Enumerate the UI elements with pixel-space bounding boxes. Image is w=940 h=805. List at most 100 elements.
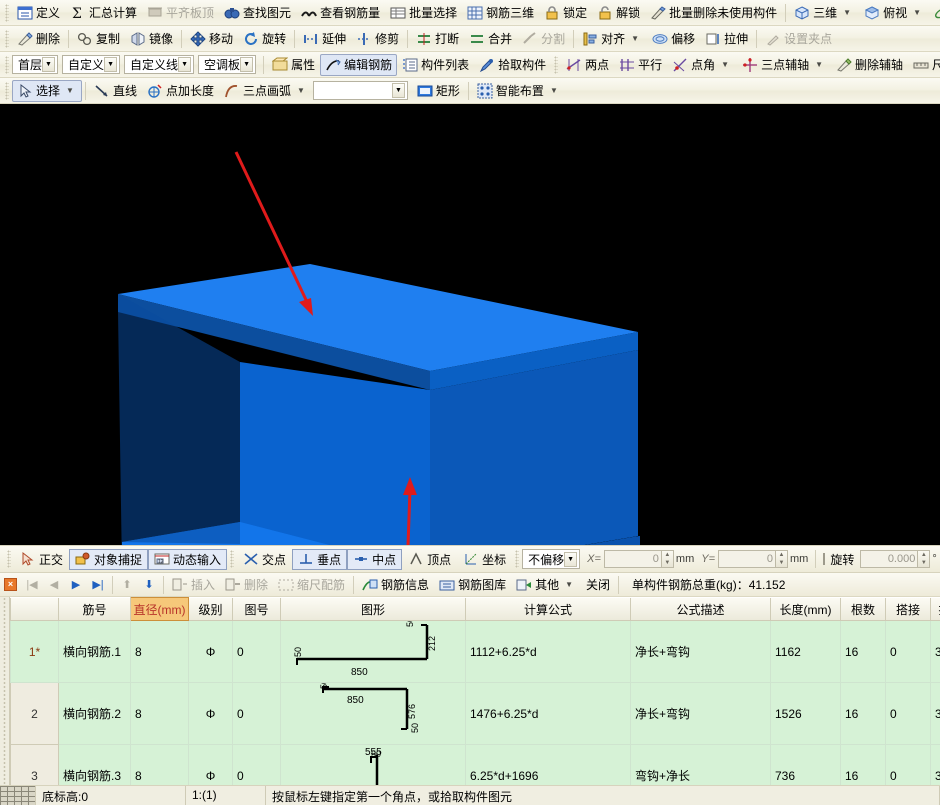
- row2-break-button[interactable]: 打断: [411, 28, 464, 50]
- row4-rectangle-button[interactable]: 矩形: [412, 80, 465, 102]
- chevron-down-icon[interactable]: ▼: [240, 57, 253, 72]
- row2-delete-button[interactable]: 删除: [12, 28, 65, 50]
- row1-batch-select-button[interactable]: 批量选择: [385, 2, 462, 24]
- x-offset-input[interactable]: 0: [604, 550, 662, 568]
- row-number-cell[interactable]: 2: [11, 683, 59, 745]
- rotate-field[interactable]: 0.000 ▲▼: [860, 550, 930, 568]
- row2-trim-button[interactable]: 修剪: [351, 28, 404, 50]
- row-number-cell[interactable]: 3: [11, 745, 59, 785]
- rebar-action-other[interactable]: 其他▼: [511, 574, 581, 596]
- row1-topview-button[interactable]: 俯视▼: [859, 2, 929, 24]
- row-number-cell[interactable]: 1*: [11, 621, 59, 683]
- component-name-select[interactable]: 空调板▼: [198, 55, 256, 74]
- 3d-viewport[interactable]: Z: [0, 104, 940, 545]
- row2-merge-button[interactable]: 合并: [464, 28, 517, 50]
- cell-formula_desc[interactable]: 净长+弯钩: [631, 621, 771, 683]
- snap-perpendicular[interactable]: 垂点: [292, 549, 347, 570]
- column-header-length[interactable]: 长度(mm): [771, 598, 841, 621]
- row1-sigma-button[interactable]: Σ汇总计算: [65, 2, 142, 24]
- row1-rebar-3d-button[interactable]: 钢筋三维: [462, 2, 539, 24]
- cell-diameter[interactable]: 8: [131, 683, 189, 745]
- cell-fig_no[interactable]: 0: [233, 683, 281, 745]
- cell-grade[interactable]: Φ: [189, 621, 233, 683]
- row2-move-button[interactable]: 移动: [185, 28, 238, 50]
- cell-bar_name[interactable]: 横向钢筋.1: [59, 621, 131, 683]
- chevron-down-icon[interactable]: ▼: [840, 2, 854, 24]
- draw-mode-select[interactable]: ▼: [313, 81, 408, 100]
- next-record-button[interactable]: ▶: [65, 575, 87, 595]
- row1-lock-button[interactable]: 锁定: [539, 2, 592, 24]
- toolbar-grip-3[interactable]: [515, 550, 519, 568]
- row3-two-point-axis-button[interactable]: 两点: [561, 54, 614, 76]
- cell-count[interactable]: 16: [841, 745, 886, 785]
- cell-length[interactable]: 1162: [771, 621, 841, 683]
- column-header-shape[interactable]: 图形: [281, 598, 466, 621]
- chevron-down-icon[interactable]: ▼: [392, 83, 405, 98]
- row3-point-angle-button[interactable]: 点角▼: [667, 54, 737, 76]
- row2-mirror-button[interactable]: 镜像: [125, 28, 178, 50]
- row4-three-point-arc-button[interactable]: 三点画弧▼: [219, 80, 313, 102]
- column-header-diameter[interactable]: 直径(mm): [131, 598, 189, 621]
- chevron-down-icon[interactable]: ▼: [718, 54, 732, 76]
- move-down-button[interactable]: ⬇: [138, 575, 160, 595]
- row3-delete-axis-button[interactable]: 删除辅轴: [831, 54, 908, 76]
- cell-length[interactable]: 1526: [771, 683, 841, 745]
- column-header-bar_name[interactable]: 筋号: [59, 598, 131, 621]
- offset-mode-select[interactable]: 不偏移 ▼: [522, 549, 580, 569]
- column-header-grade[interactable]: 级别: [189, 598, 233, 621]
- floor-select[interactable]: 首层▼: [12, 55, 58, 74]
- cell-formula[interactable]: 1476+6.25*d: [466, 683, 631, 745]
- chevron-down-icon[interactable]: ▼: [178, 57, 191, 72]
- cell-diameter[interactable]: 8: [131, 621, 189, 683]
- cell-loss[interactable]: 3: [931, 683, 940, 745]
- row2-extend-button[interactable]: 延伸: [298, 28, 351, 50]
- chevron-down-icon[interactable]: ▼: [63, 80, 77, 102]
- row4-select-arrow-button[interactable]: 选择▼: [12, 80, 82, 102]
- snap-toggle-dynamic-input[interactable]: 12动态输入: [148, 549, 227, 570]
- cell-length[interactable]: 736: [771, 745, 841, 785]
- row3-edit-rebar-button[interactable]: 编辑钢筋: [320, 54, 397, 76]
- chevron-down-icon[interactable]: ▼: [564, 552, 577, 567]
- snap-toggle-object-snap[interactable]: 对象捕捉: [69, 549, 148, 570]
- table-row[interactable]: 2横向钢筋.28Φ050850576501476+6.25*d净长+弯钩1526…: [11, 683, 940, 745]
- row3-three-point-axis-button[interactable]: 三点辅轴▼: [737, 54, 831, 76]
- cell-formula[interactable]: 6.25*d+1696: [466, 745, 631, 785]
- cell-grade[interactable]: Φ: [189, 745, 233, 785]
- cell-formula_desc[interactable]: 净长+弯钩: [631, 683, 771, 745]
- last-record-button[interactable]: ▶|: [87, 575, 109, 595]
- component-sub-select[interactable]: 自定义线▼: [124, 55, 194, 74]
- row2-align-button[interactable]: 对齐▼: [577, 28, 647, 50]
- row1-unlock-button[interactable]: 解锁: [592, 2, 645, 24]
- row3-properties-button[interactable]: 属性: [267, 54, 320, 76]
- close-icon[interactable]: ×: [4, 578, 17, 591]
- cell-grade[interactable]: Φ: [189, 683, 233, 745]
- component-type-select[interactable]: 自定义▼: [62, 55, 120, 74]
- cell-bar_name[interactable]: 横向钢筋.3: [59, 745, 131, 785]
- x-offset-field[interactable]: 0 ▲▼: [604, 550, 674, 568]
- chevron-down-icon[interactable]: ▼: [812, 54, 826, 76]
- chevron-down-icon[interactable]: ▼: [628, 28, 642, 50]
- chevron-down-icon[interactable]: ▼: [104, 57, 117, 72]
- chevron-down-icon[interactable]: ▼: [294, 80, 308, 102]
- row2-stretch-button[interactable]: 拉伸: [700, 28, 753, 50]
- rebar-action-close[interactable]: 关闭: [581, 574, 615, 596]
- rotate-checkbox[interactable]: [823, 553, 825, 565]
- rotate-input[interactable]: 0.000: [860, 550, 918, 568]
- y-offset-field[interactable]: 0 ▲▼: [718, 550, 788, 568]
- chevron-down-icon[interactable]: ▼: [562, 574, 576, 596]
- snap-intersection[interactable]: 交点: [237, 549, 292, 570]
- chevron-down-icon[interactable]: ▼: [42, 57, 55, 72]
- row1-view-rebar-qty-button[interactable]: 查看钢筋量: [296, 2, 385, 24]
- snap-midpoint[interactable]: 中点: [347, 549, 402, 570]
- cell-count[interactable]: 16: [841, 621, 886, 683]
- y-offset-input[interactable]: 0: [718, 550, 776, 568]
- cell-bar_name[interactable]: 横向钢筋.2: [59, 683, 131, 745]
- row3-pick-component-button[interactable]: 拾取构件: [474, 54, 551, 76]
- rebar-shape-cell[interactable]: 5085057650: [281, 683, 466, 745]
- cell-loss[interactable]: 3: [931, 745, 940, 785]
- column-header-formula[interactable]: 计算公式: [466, 598, 631, 621]
- toolbar-grip-2[interactable]: [230, 550, 234, 568]
- table-body[interactable]: 1*横向钢筋.18Φ050212508501112+6.25*d净长+弯钩116…: [11, 621, 940, 785]
- rebar-action-rebar-info[interactable]: 钢筋信息: [357, 574, 434, 596]
- cell-fig_no[interactable]: 0: [233, 621, 281, 683]
